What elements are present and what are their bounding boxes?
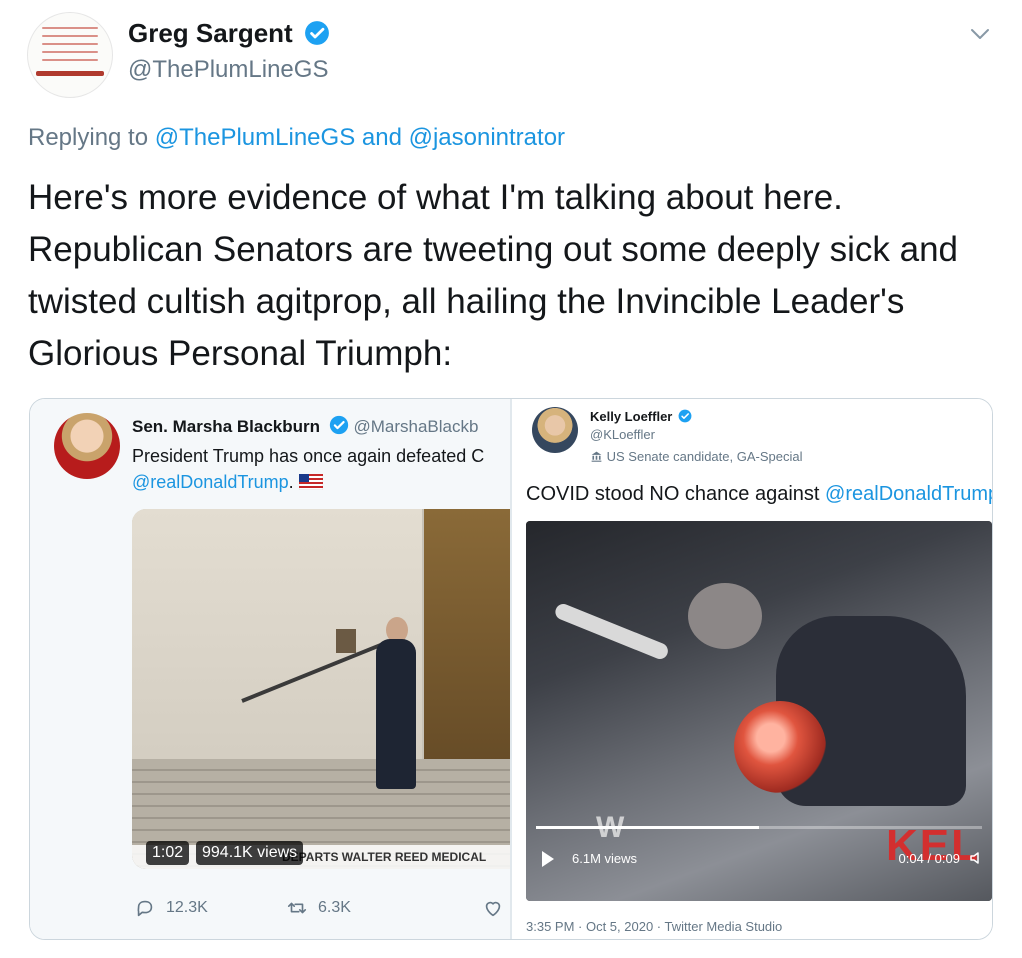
blackburn-mention-suffix: . [288,472,294,492]
blackburn-name-text: Sen. Marsha Blackburn [132,417,321,436]
like-icon [485,901,501,917]
blackburn-text-line2: @realDonaldTrump. [132,469,510,495]
government-label-icon [591,451,602,462]
blackburn-avatar [54,413,120,479]
reply-count: 12.3K [166,899,208,916]
loeffler-handle: @KLoeffler [590,427,655,442]
verified-badge-icon [305,21,329,45]
verified-badge-icon [678,409,692,423]
blackburn-text-line1: President Trump has once again defeated … [132,446,485,466]
tweet-text: Here's more evidence of what I'm talking… [28,178,958,373]
loeffler-video-views: 6.1M views [572,851,638,866]
embedded-tweet-loeffler: Kelly Loeffler @KLoeffler US Senate cand… [512,399,992,939]
author-name-text[interactable]: Greg Sargent [128,18,293,48]
retweet-count: 6.3K [318,899,351,916]
loeffler-video: W KEL 6.1M views 0:04 / 0:09 [526,521,992,901]
loeffler-timestamp: 3:35 PM · Oct 5, 2020 · Twitter Media St… [526,919,783,934]
loeffler-text-prefix: COVID stood NO chance against [526,483,826,505]
loeffler-avatar [532,407,578,453]
play-icon [542,851,554,867]
reply-action: 12.3K [134,897,208,919]
like-action [482,897,504,919]
blackburn-text: President Trump has once again defeated … [132,443,510,495]
replying-link-1[interactable]: @ThePlumLineGS [155,124,355,151]
blackburn-mention: @realDonaldTrump [132,472,289,492]
coronavirus-graphic [734,701,826,793]
reply-icon [137,900,153,917]
replying-prefix: Replying to [28,124,149,151]
retweet-action: 6.3K [286,897,351,919]
volume-icon [970,852,979,864]
tweet-media-image[interactable]: Sen. Marsha Blackburn @MarshaBlackb Pres… [29,398,993,940]
loeffler-name-text: Kelly Loeffler [590,409,673,424]
video-progress [536,826,982,829]
blackburn-handle: @MarshaBlackb [353,417,479,436]
video-progress-fill [536,826,759,829]
video-duration: 1:02 [146,841,190,865]
loeffler-mention: @realDonaldTrump [825,483,992,505]
video-views: 994.1K views [196,841,304,865]
loeffler-text: COVID stood NO chance against @realDonal… [526,483,992,506]
replying-and: and [361,124,402,151]
video-controls: 6.1M views 0:04 / 0:09 [526,839,992,879]
loeffler-name: Kelly Loeffler [590,409,692,424]
retweet-icon [287,902,307,914]
loeffler-gov-label: US Senate candidate, GA-Special [590,449,802,464]
author-avatar[interactable] [27,12,113,98]
embedded-tweet-blackburn: Sen. Marsha Blackburn @MarshaBlackb Pres… [30,399,510,939]
author-handle[interactable]: @ThePlumLineGS [128,56,328,84]
chevron-down-icon[interactable] [968,22,992,46]
replying-link-2[interactable]: @jasonintrator [409,124,565,151]
verified-badge-icon [329,415,348,435]
blackburn-name: Sen. Marsha Blackburn @MarshaBlackb [132,415,478,437]
us-flag-icon [298,474,323,490]
loeffler-video-time: 0:04 / 0:09 [898,851,960,866]
author-name[interactable]: Greg Sargent [128,18,330,49]
loeffler-gov-label-text: US Senate candidate, GA-Special [606,449,803,464]
blackburn-video: DEPARTS WALTER REED MEDICAL 1:02 994.1K … [132,509,510,869]
replying-to: Replying to @ThePlumLineGS and @jasonint… [28,124,565,152]
